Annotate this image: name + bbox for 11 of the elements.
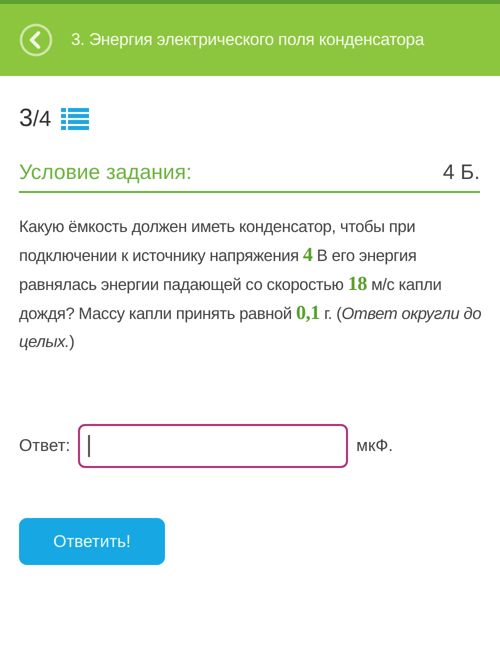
unit-label: мкФ.: [356, 436, 394, 456]
task-text: Какую ёмкость должен иметь конденсатор, чтобы при подключении к источнику напряжения 4 В его энергия равнялась энергии падающей со скоростью 18 м/с капли дождя? Массу капли принять равной 0,1 г. (Ответ округли до целых.): [19, 217, 482, 353]
list-icon[interactable]: [61, 108, 90, 130]
back-icon[interactable]: [19, 23, 53, 57]
answer-label: Ответ:: [19, 436, 70, 456]
answer-field[interactable]: [78, 424, 348, 468]
lesson-title: 3. Энергия электрического поля конденсатора: [71, 30, 424, 50]
points: 4 Б.: [442, 161, 480, 185]
task-counter: 3/4: [19, 104, 52, 133]
task-heading: Условие задания:: [19, 161, 192, 185]
submit-button[interactable]: Ответить!: [19, 518, 165, 565]
